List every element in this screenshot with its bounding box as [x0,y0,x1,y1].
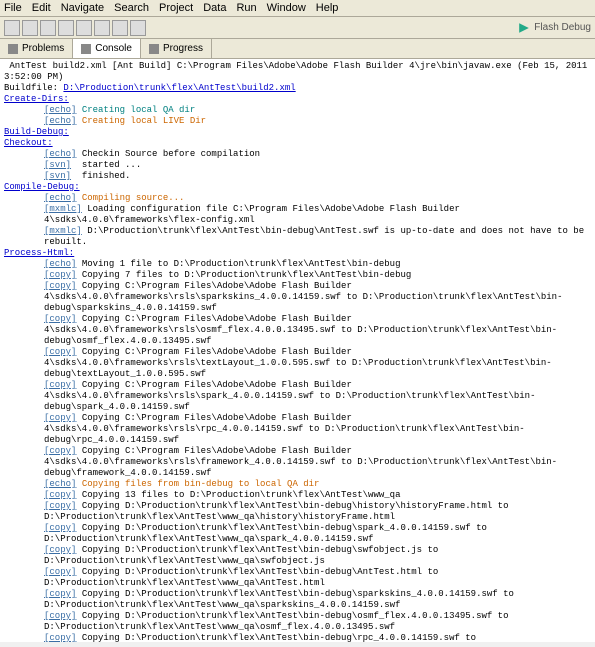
menu-help[interactable]: Help [316,2,339,14]
ant-target[interactable]: Create-Dirs: [4,94,69,104]
log-text: Loading configuration file C:\Program Fi… [44,204,465,225]
log-text: Moving 1 file to D:\Production\trunk\fle… [82,259,401,269]
ant-task-tag[interactable]: [copy] [44,380,76,390]
log-text: Copying D:\Production\trunk\flex\AntTest… [44,523,492,544]
log-text: Copying D:\Production\trunk\flex\AntTest… [44,633,481,642]
toolbar: Flash Debug [0,17,595,39]
log-text: Copying D:\Production\trunk\flex\AntTest… [44,567,444,588]
log-text: Copying D:\Production\trunk\flex\AntTest… [44,611,514,632]
ant-task-tag[interactable]: [svn] [44,160,71,170]
log-text: Copying C:\Program Files\Adobe\Adobe Fla… [44,413,525,445]
ant-task-tag[interactable]: [svn] [44,171,71,181]
menu-run[interactable]: Run [236,2,256,14]
tab-icon [81,44,91,54]
ant-task-tag[interactable]: [echo] [44,193,76,203]
ant-task-tag[interactable]: [copy] [44,270,76,280]
log-text: Compiling source... [82,193,185,203]
ant-task-tag[interactable]: [copy] [44,281,76,291]
ant-task-tag[interactable]: [copy] [44,446,76,456]
tab-label: Console [95,43,132,54]
menu-search[interactable]: Search [114,2,149,14]
tab-label: Progress [163,43,203,54]
log-text: Copying D:\Production\trunk\flex\AntTest… [44,545,444,566]
menu-data[interactable]: Data [203,2,226,14]
ant-target[interactable]: Checkout: [4,138,53,148]
console-output[interactable]: AntTest build2.xml [Ant Build] C:\Progra… [0,59,595,642]
log-text: Copying C:\Program Files\Adobe\Adobe Fla… [44,446,557,478]
ant-task-tag[interactable]: [echo] [44,479,76,489]
ant-task-tag[interactable]: [mxmlc] [44,226,82,236]
log-text: Copying C:\Program Files\Adobe\Adobe Fla… [44,347,552,379]
ant-task-tag[interactable]: [copy] [44,490,76,500]
toolbar-button[interactable] [112,20,128,36]
ant-task-tag[interactable]: [echo] [44,105,76,115]
toolbar-button[interactable] [94,20,110,36]
menu-project[interactable]: Project [159,2,193,14]
tab-label: Problems [22,43,64,54]
ant-target[interactable]: Compile-Debug: [4,182,80,192]
toolbar-button[interactable] [58,20,74,36]
log-text: Creating local QA dir [82,105,195,115]
ant-task-tag[interactable]: [copy] [44,567,76,577]
ant-task-tag[interactable]: [copy] [44,314,76,324]
tab-console[interactable]: Console [73,39,141,58]
menu-edit[interactable]: Edit [32,2,51,14]
tab-icon [149,44,159,54]
log-text: Copying C:\Program Files\Adobe\Adobe Fla… [44,380,535,412]
log-text: Copying 13 files to D:\Production\trunk\… [82,490,401,500]
run-icon[interactable] [518,22,530,34]
buildfile-link[interactable]: D:\Production\trunk\flex\AntTest\build2.… [63,83,295,93]
log-text: Copying C:\Program Files\Adobe\Adobe Fla… [44,314,557,346]
log-text: Creating local LIVE Dir [82,116,206,126]
tab-problems[interactable]: Problems [0,39,73,58]
log-text: Copying D:\Production\trunk\flex\AntTest… [44,501,514,522]
ant-task-tag[interactable]: [copy] [44,523,76,533]
header-line: AntTest build2.xml [Ant Build] C:\Progra… [4,61,593,82]
log-text: Copying files from bin-debug to local QA… [82,479,320,489]
log-text: Copying C:\Program Files\Adobe\Adobe Fla… [44,281,562,313]
ant-target[interactable]: Build-Debug: [4,127,69,137]
toolbar-button[interactable] [130,20,146,36]
ant-task-tag[interactable]: [copy] [44,501,76,511]
ant-task-tag[interactable]: [echo] [44,116,76,126]
tab-progress[interactable]: Progress [141,39,212,58]
toolbar-button[interactable] [76,20,92,36]
tab-bar: Problems Console Progress [0,39,595,59]
toolbar-button[interactable] [22,20,38,36]
buildfile-label: Buildfile: [4,83,63,93]
ant-task-tag[interactable]: [copy] [44,589,76,599]
log-text: Copying 7 files to D:\Production\trunk\f… [82,270,411,280]
menu-navigate[interactable]: Navigate [61,2,104,14]
ant-task-tag[interactable]: [mxmlc] [44,204,82,214]
ant-task-tag[interactable]: [copy] [44,347,76,357]
log-text: started ... [76,160,141,170]
ant-task-tag[interactable]: [copy] [44,413,76,423]
ant-task-tag[interactable]: [copy] [44,633,76,642]
menu-file[interactable]: File [4,2,22,14]
tab-icon [8,44,18,54]
ant-task-tag[interactable]: [copy] [44,545,76,555]
ant-task-tag[interactable]: [echo] [44,149,76,159]
log-text: Checkin Source before compilation [82,149,260,159]
menubar: File Edit Navigate Search Project Data Run Wind… [0,0,595,17]
toolbar-button[interactable] [40,20,56,36]
log-text: D:\Production\trunk\flex\AntTest\bin-deb… [44,226,590,247]
menu-window[interactable]: Window [267,2,306,14]
toolbar-button[interactable] [4,20,20,36]
log-text: Copying D:\Production\trunk\flex\AntTest… [44,589,519,610]
debug-perspective-label[interactable]: Flash Debug [534,22,591,33]
ant-task-tag[interactable]: [copy] [44,611,76,621]
ant-task-tag[interactable]: [echo] [44,259,76,269]
ant-target[interactable]: Process-Html: [4,248,74,258]
log-text: finished. [76,171,130,181]
